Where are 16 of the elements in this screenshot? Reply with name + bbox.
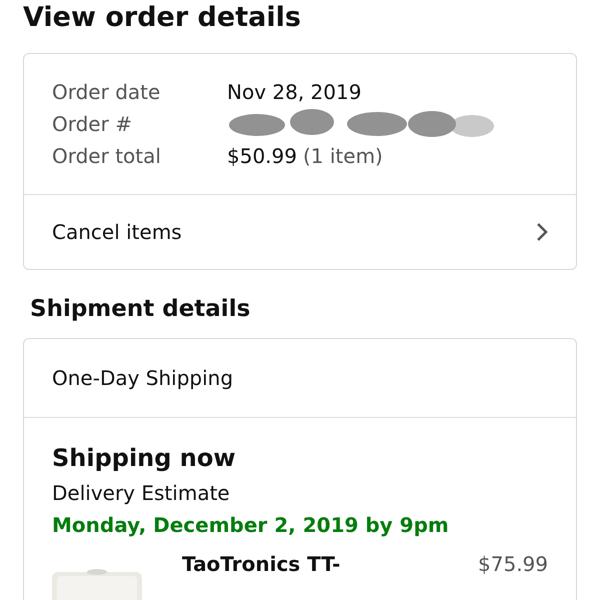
shipment-status: Shipping now xyxy=(52,443,237,474)
field-label: Order # xyxy=(52,111,133,138)
field-value: $50.99 xyxy=(227,144,297,168)
product-name[interactable]: TaoTronics TT- xyxy=(182,552,478,600)
estimate-label: Delivery Estimate xyxy=(52,480,231,507)
shipping-method: One-Day Shipping xyxy=(52,366,234,390)
field-label: Order date xyxy=(52,79,162,106)
section-heading: Shipment details xyxy=(30,296,252,322)
item-count: (1 item) xyxy=(302,144,383,168)
product-price: $75.99 xyxy=(478,552,548,578)
field-value: Nov 28, 2019 xyxy=(227,80,362,104)
chevron-right-icon xyxy=(536,222,548,242)
page-title: View order details xyxy=(23,1,302,35)
cancel-items-row[interactable]: Cancel items xyxy=(24,194,576,269)
delivery-date: Monday, December 2, 2019 by 9pm xyxy=(52,512,450,539)
field-label: Order total xyxy=(52,143,162,170)
